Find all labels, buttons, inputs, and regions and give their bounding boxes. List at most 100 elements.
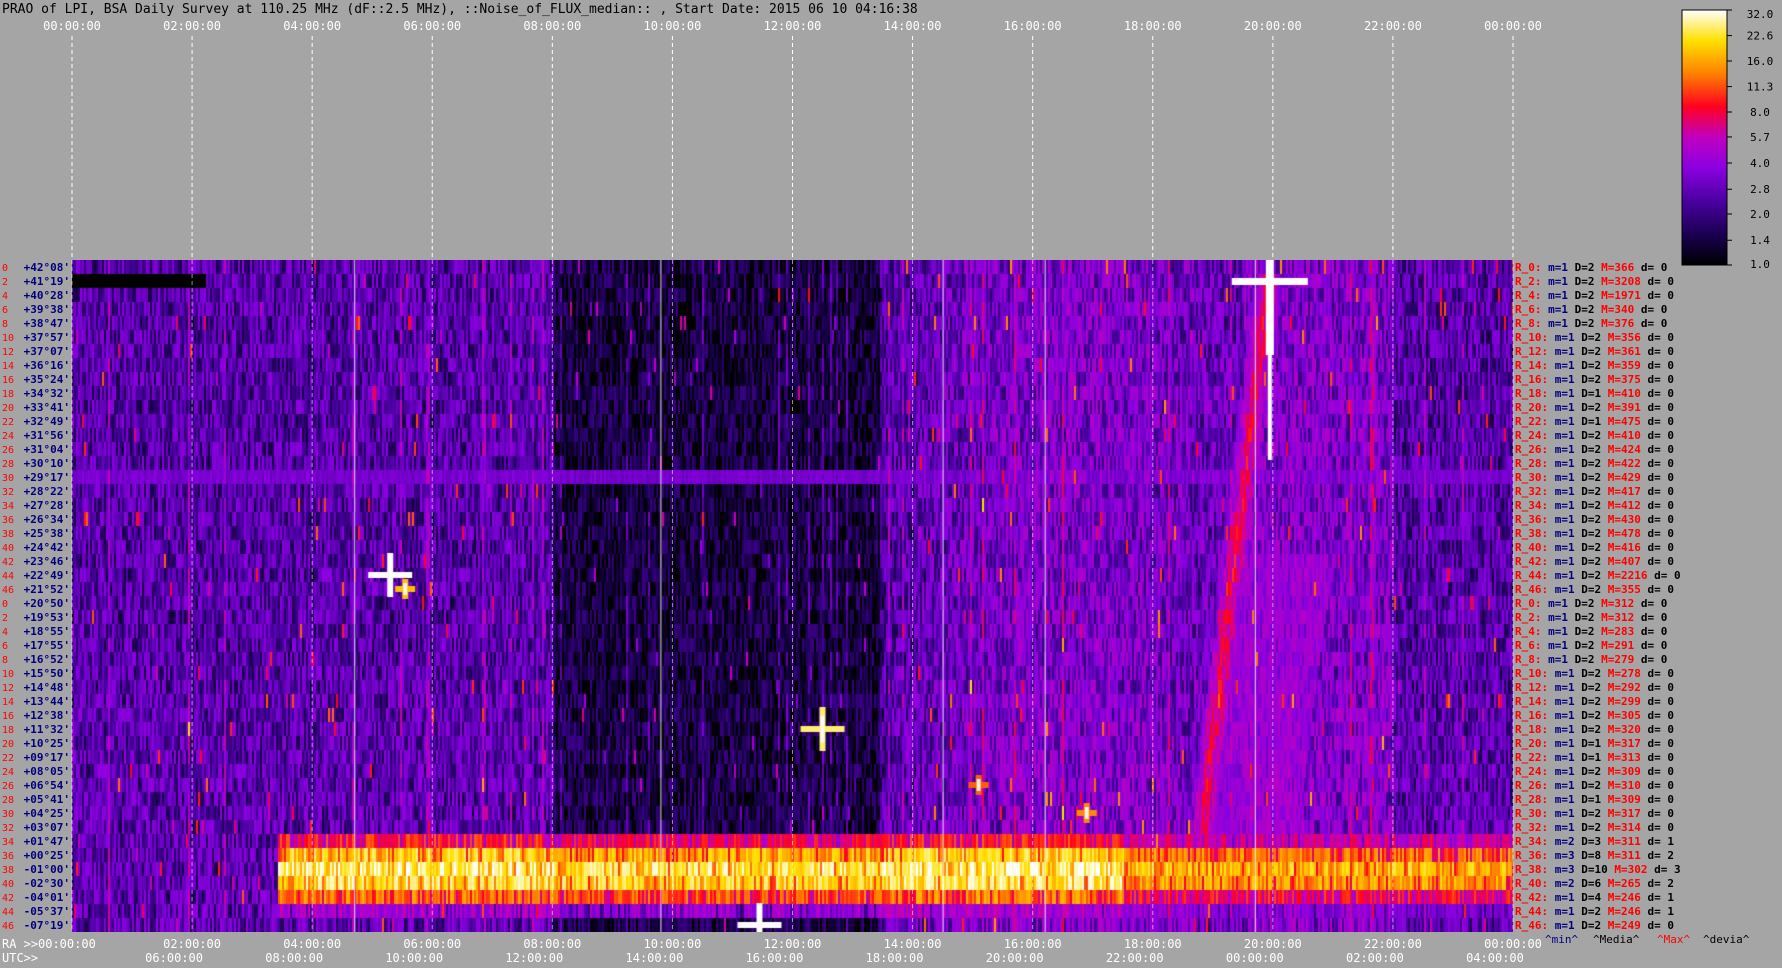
row-stat: R_16: m=1 D=2 M=305 d= 0 [1515, 709, 1674, 722]
row-stat-min: m=1 [1555, 331, 1582, 344]
row-stat-min: m=1 [1555, 513, 1582, 526]
row-stat: R_8: m=1 D=2 M=279 d= 0 [1515, 653, 1667, 666]
row-number-label: 46 [2, 585, 14, 596]
utc-tick-label: 14:00:00 [626, 951, 684, 965]
colorbar-tick-label: 32.0 [1747, 8, 1774, 21]
row-stat-median: D=2 [1581, 373, 1608, 386]
row-number-label: 8 [2, 655, 8, 666]
declination-label: +24°42' [24, 541, 70, 554]
row-stat-min: m=1 [1555, 443, 1582, 456]
row-stat-max: M=416 [1608, 541, 1648, 554]
row-stat-deviation: d= 0 [1641, 317, 1668, 330]
declination-label: +04°25' [24, 807, 70, 820]
row-stat-label: R_30: [1515, 471, 1555, 484]
row-stat-min: m=1 [1555, 471, 1582, 484]
row-stat: R_4: m=1 D=2 M=1971 d= 0 [1515, 289, 1674, 302]
row-stat-min: m=1 [1555, 457, 1582, 470]
ra-tick-label: 08:00:00 [523, 937, 581, 951]
colorbar-tick-label: 22.6 [1747, 30, 1774, 43]
row-stat-max: M=311 [1608, 849, 1648, 862]
row-stat-median: D=1 [1581, 387, 1608, 400]
row-stat-median: D=2 [1581, 541, 1608, 554]
row-stat-label: R_18: [1515, 387, 1555, 400]
row-stat-label: R_4: [1515, 625, 1548, 638]
row-stat-min: m=1 [1555, 359, 1582, 372]
row-number-label: 32 [2, 823, 14, 834]
row-stat-max: M=278 [1608, 667, 1648, 680]
row-stat-min: m=2 [1555, 835, 1582, 848]
row-stat-label: R_16: [1515, 709, 1555, 722]
row-stat-max: M=376 [1601, 317, 1641, 330]
row-number-label: 40 [2, 879, 14, 890]
row-number-label: 2 [2, 277, 8, 288]
colorbar-tick-label: 11.3 [1747, 81, 1774, 94]
row-stat-max: M=320 [1608, 723, 1648, 736]
utc-axis: UTC>> 06:00:00 08:00:00 10:00:00 12:00:00 14:… [2, 951, 1524, 965]
stats-legend-item: ^Max^ [1657, 933, 1690, 946]
row-stat-max: M=475 [1608, 415, 1648, 428]
row-stat-deviation: d= 1 [1648, 835, 1675, 848]
row-stat-median: D=2 [1575, 289, 1602, 302]
utc-tick-label: 02:00:00 [1346, 951, 1404, 965]
row-stat-min: m=1 [1555, 485, 1582, 498]
ra-tick-label: 14:00:00 [884, 937, 942, 951]
row-stat-max: M=305 [1608, 709, 1648, 722]
row-stat-deviation: d= 0 [1648, 485, 1675, 498]
row-stat-max: M=309 [1608, 793, 1648, 806]
declination-label: +39°38' [24, 303, 70, 316]
row-stat-deviation: d= 0 [1648, 695, 1675, 708]
declination-label: +06°54' [24, 779, 70, 792]
row-stat-deviation: d= 0 [1648, 457, 1675, 470]
row-stat-label: R_28: [1515, 457, 1555, 470]
row-stat-min: m=1 [1555, 891, 1582, 904]
row-stat-min: m=1 [1555, 387, 1582, 400]
row-stat-min: m=1 [1555, 345, 1582, 358]
row-stat-deviation: d= 0 [1641, 261, 1668, 274]
row-stat: R_2: m=1 D=2 M=312 d= 0 [1515, 611, 1667, 624]
declination-label: +15°50' [24, 667, 70, 680]
row-number-label: 44 [2, 907, 14, 918]
colorbar [1681, 9, 1728, 266]
row-stat-median: D=2 [1581, 569, 1608, 582]
row-stat-label: R_40: [1515, 877, 1555, 890]
row-stat-median: D=2 [1581, 457, 1608, 470]
declination-label: +26°34' [24, 513, 70, 526]
row-stat-max: M=478 [1608, 527, 1648, 540]
row-stat-label: R_8: [1515, 317, 1548, 330]
row-stat-min: m=3 [1555, 849, 1582, 862]
row-stat-deviation: d= 3 [1654, 863, 1681, 876]
row-stat-deviation: d= 0 [1648, 555, 1675, 568]
row-stat: R_18: m=1 D=1 M=410 d= 0 [1515, 387, 1674, 400]
ra-tick-label: 10:00:00 [644, 937, 702, 951]
row-stat-max: M=366 [1601, 261, 1641, 274]
declination-label: +29°17' [24, 471, 70, 484]
row-stat-median: D=2 [1581, 723, 1608, 736]
row-stat-label: R_26: [1515, 779, 1555, 792]
row-stat-min: m=1 [1548, 289, 1575, 302]
top-tick-label: 14:00:00 [884, 19, 942, 33]
row-stat-label: R_42: [1515, 555, 1555, 568]
row-stat-min: m=1 [1555, 751, 1582, 764]
row-stat-label: R_44: [1515, 569, 1555, 582]
row-stat-deviation: d= 0 [1648, 709, 1675, 722]
row-stat-median: D=2 [1575, 625, 1602, 638]
ra-tick-label: 00:00:00 [38, 937, 96, 951]
row-stat-deviation: d= 0 [1648, 443, 1675, 456]
row-stat-median: D=2 [1581, 401, 1608, 414]
ra-tick-label: 06:00:00 [403, 937, 461, 951]
row-number-label: 8 [2, 319, 8, 330]
row-stat-deviation: d= 0 [1648, 373, 1675, 386]
declination-label: +05°41' [24, 793, 70, 806]
top-plot-area [72, 36, 1513, 258]
row-stat: R_0: m=1 D=2 M=366 d= 0 [1515, 261, 1667, 274]
row-stat-min: m=1 [1555, 821, 1582, 834]
row-stat-label: R_14: [1515, 695, 1555, 708]
declination-label: +33°41' [24, 401, 70, 414]
row-stat-median: D=2 [1575, 261, 1602, 274]
row-number-label: 32 [2, 487, 14, 498]
row-stat-label: R_36: [1515, 849, 1555, 862]
top-tick-label: 12:00:00 [764, 19, 822, 33]
row-stat-max: M=299 [1608, 695, 1648, 708]
declination-label: +09°17' [24, 751, 70, 764]
row-stat: R_18: m=1 D=2 M=320 d= 0 [1515, 723, 1674, 736]
